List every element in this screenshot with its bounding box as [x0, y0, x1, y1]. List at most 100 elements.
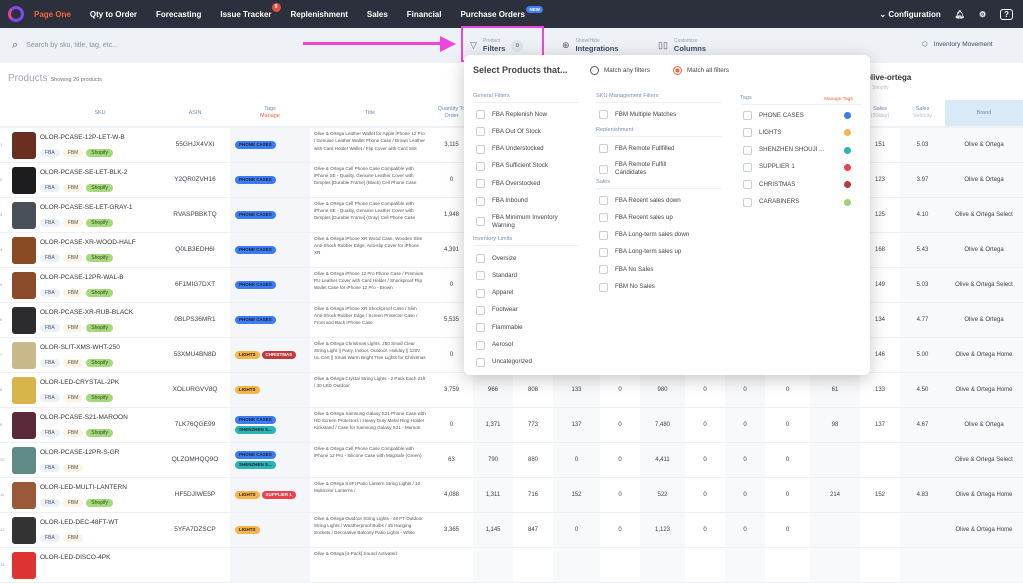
tag-filter-option[interactable]: SUPPLIER 1 — [743, 162, 863, 172]
checkbox[interactable] — [476, 254, 485, 263]
filter-option-sales[interactable]: FBA No Sales — [599, 265, 654, 275]
asin-cell[interactable]: 6F1MIG7DXT — [160, 267, 230, 303]
sku-text[interactable]: OLOR-PCASE-12PR-WAL-B — [40, 274, 160, 281]
tag-badge[interactable]: LIGHTS — [235, 490, 260, 499]
tag-badge[interactable]: LIGHTS — [235, 525, 260, 534]
filter-option-inventory[interactable]: Apparel — [476, 288, 513, 298]
asin-cell[interactable]: Y2QR0ZVH16 — [160, 162, 230, 198]
nav-page-one[interactable]: Page One — [34, 10, 71, 19]
filter-option-general[interactable]: FBA Overstocked — [476, 179, 540, 189]
tag-badge[interactable]: LIGHTS — [235, 385, 260, 394]
tag-badge[interactable]: PHONE CASES — [235, 280, 276, 289]
table-row[interactable]: 11 OLOR-LED-MULTI-LANTERN FBA FBM Shopify HF5… — [0, 477, 1023, 513]
filter-option-sales[interactable]: FBA Recent sales up — [599, 213, 673, 223]
filter-option-sales[interactable]: FBA Long-term sales down — [599, 230, 689, 240]
checkbox[interactable] — [599, 144, 608, 153]
asin-cell[interactable]: Q0LB3EDH6I — [160, 232, 230, 268]
sku-text[interactable]: OLOR-LED-MULTI-LANTERN — [40, 484, 160, 491]
filter-option-general[interactable]: FBA Understocked — [476, 144, 544, 154]
filter-option-inventory[interactable]: Flammable — [476, 323, 523, 333]
nav-financial[interactable]: Financial — [407, 10, 442, 19]
table-row[interactable]: 9 OLOR-PCASE-S21-MAROON FBA FBM Shopify 7LK76… — [0, 407, 1023, 443]
tag-badge[interactable]: SHENZHEN S... — [235, 425, 276, 434]
manage-tags-button[interactable]: Manage Tags — [824, 97, 853, 102]
nav-issue-tracker[interactable]: Issue Tracker 9 — [220, 2, 281, 19]
sku-text[interactable]: OLOR-PCASE-S21-MAROON — [40, 414, 160, 421]
nav-purchase-orders[interactable]: Purchase Orders NEW — [460, 5, 543, 19]
sku-text[interactable]: OLOR-LED-CRYSTAL-2PK — [40, 379, 160, 386]
table-row[interactable]: 10 OLOR-PCASE-12PR-S-GR FBA FBM QLZOMHQQ9O PH… — [0, 442, 1023, 478]
bell-icon[interactable]: 🔔︎ — [955, 10, 965, 19]
asin-cell[interactable]: 53XMU4BN8D — [160, 337, 230, 373]
col-sales-velocity[interactable]: Sales Velocity — [900, 100, 945, 128]
filter-option-general[interactable]: FBA Inbound — [476, 196, 528, 206]
manage-tags-link[interactable]: Manage — [230, 113, 310, 120]
sku-text[interactable]: OLOR-PCASE-12P-LET-W-B — [40, 134, 160, 141]
sku-text[interactable]: OLOR-PCASE-XR-RUB-BLACK — [40, 309, 160, 316]
inventory-movement-button[interactable]: ⬡ Inventory Movement — [922, 40, 993, 49]
match-all-radio[interactable]: Match all filters — [673, 66, 729, 75]
tag-filter-option[interactable]: SHENZHEN SHOUJI ... — [743, 145, 863, 155]
sku-text[interactable]: OLOR-LED-DEC-48FT-WT — [40, 519, 160, 526]
col-title[interactable]: Title — [310, 100, 430, 128]
sku-text[interactable]: OLOR-LED-DISCO-4PK — [40, 554, 160, 561]
sku-text[interactable]: OLOR-PCASE-XR-WOOD-HALF — [40, 239, 160, 246]
checkbox[interactable] — [743, 180, 752, 190]
asin-cell[interactable]: 55GHJX4VXI — [160, 127, 230, 163]
nav-forecasting[interactable]: Forecasting — [156, 10, 201, 19]
asin-cell[interactable]: XOLURGVV8Q — [160, 372, 230, 408]
checkbox[interactable] — [476, 127, 485, 137]
nav-sales[interactable]: Sales — [367, 10, 388, 19]
checkbox[interactable] — [599, 265, 608, 275]
tag-badge[interactable]: SHENZHEN S... — [235, 460, 276, 469]
checkbox[interactable] — [599, 196, 608, 205]
sku-text[interactable]: OLOR-PCASE-SE-LET-BLK-2 — [40, 169, 160, 176]
filter-option-general[interactable]: FBA Minimum Inventory Warning — [476, 214, 572, 230]
asin-cell[interactable]: 0BLPS36MR1 — [160, 302, 230, 338]
checkbox[interactable] — [476, 161, 485, 171]
checkbox[interactable] — [476, 196, 485, 206]
help-icon[interactable]: ? — [1000, 8, 1013, 20]
filter-option-sales[interactable]: FBA Recent sales down — [599, 196, 681, 205]
checkbox[interactable] — [599, 110, 608, 119]
asin-cell[interactable]: RVASPBBKTQ — [160, 197, 230, 233]
tag-badge[interactable]: SUPPLIER 1 — [261, 490, 296, 499]
filter-option-replenishment[interactable]: FBA Remote Fullfilled — [599, 144, 675, 153]
filter-option-inventory[interactable]: Oversize — [476, 254, 516, 263]
filter-option-inventory[interactable]: Standard — [476, 271, 517, 281]
filter-option-replenishment[interactable]: FBA Remote Fulfill Candidates — [599, 161, 695, 177]
search-input[interactable]: ⌕ Search by sku, title, tag, etc... — [12, 39, 118, 52]
sku-text[interactable]: OLOR-SLIT-XMS-WHT-250 — [40, 344, 160, 351]
asin-cell[interactable]: 5YFA7DZSCP — [160, 512, 230, 548]
checkbox[interactable] — [476, 340, 485, 350]
checkbox[interactable] — [476, 357, 485, 367]
tag-filter-option[interactable]: LIGHTS — [743, 128, 863, 138]
asin-cell[interactable]: QLZOMHQQ9O — [160, 442, 230, 478]
table-row[interactable]: 8 OLOR-LED-CRYSTAL-2PK FBA FBM Shopify XOLURG… — [0, 372, 1023, 408]
sku-text[interactable]: OLOR-PCASE-12PR-S-GR — [40, 449, 160, 456]
sku-text[interactable]: OLOR-PCASE-SE-LET-GRAY-1 — [40, 204, 160, 211]
filter-option-inventory[interactable]: Uncategorized — [476, 357, 532, 367]
integrations-button[interactable]: ⊕ Show/Hide Integrations — [562, 38, 618, 53]
col-brand[interactable]: Brand — [945, 100, 1023, 128]
checkbox[interactable] — [743, 128, 752, 138]
filter-option-general[interactable]: FBA Sufficient Stock — [476, 161, 548, 171]
asin-cell[interactable]: HF5DJIWE5P — [160, 477, 230, 513]
checkbox[interactable] — [743, 162, 752, 172]
filter-option-inventory[interactable]: Aerosol — [476, 340, 513, 350]
checkbox[interactable] — [743, 145, 752, 155]
checkbox[interactable] — [476, 179, 485, 189]
nav-replenishment[interactable]: Replenishment — [291, 10, 348, 19]
filter-option-inventory[interactable]: Footwear — [476, 305, 518, 315]
tag-badge[interactable]: PHONE CASES — [235, 315, 276, 324]
nav-qty-to-order[interactable]: Qty to Order — [90, 10, 137, 19]
tag-badge[interactable]: PHONE CASES — [235, 140, 276, 149]
checkbox[interactable] — [476, 288, 485, 298]
tag-filter-option[interactable]: PHONE CASES — [743, 111, 863, 120]
tag-badge[interactable]: PHONE CASES — [235, 450, 276, 459]
gear-icon[interactable]: ⚙ — [979, 10, 986, 19]
tag-badge[interactable]: CHRISTMAS — [261, 350, 297, 359]
table-row[interactable]: 12 OLOR-LED-DEC-48FT-WT FBA FBM 5YFA7DZSCP LI… — [0, 512, 1023, 548]
checkbox[interactable] — [599, 230, 608, 240]
tag-badge[interactable]: PHONE CASES — [235, 245, 276, 254]
